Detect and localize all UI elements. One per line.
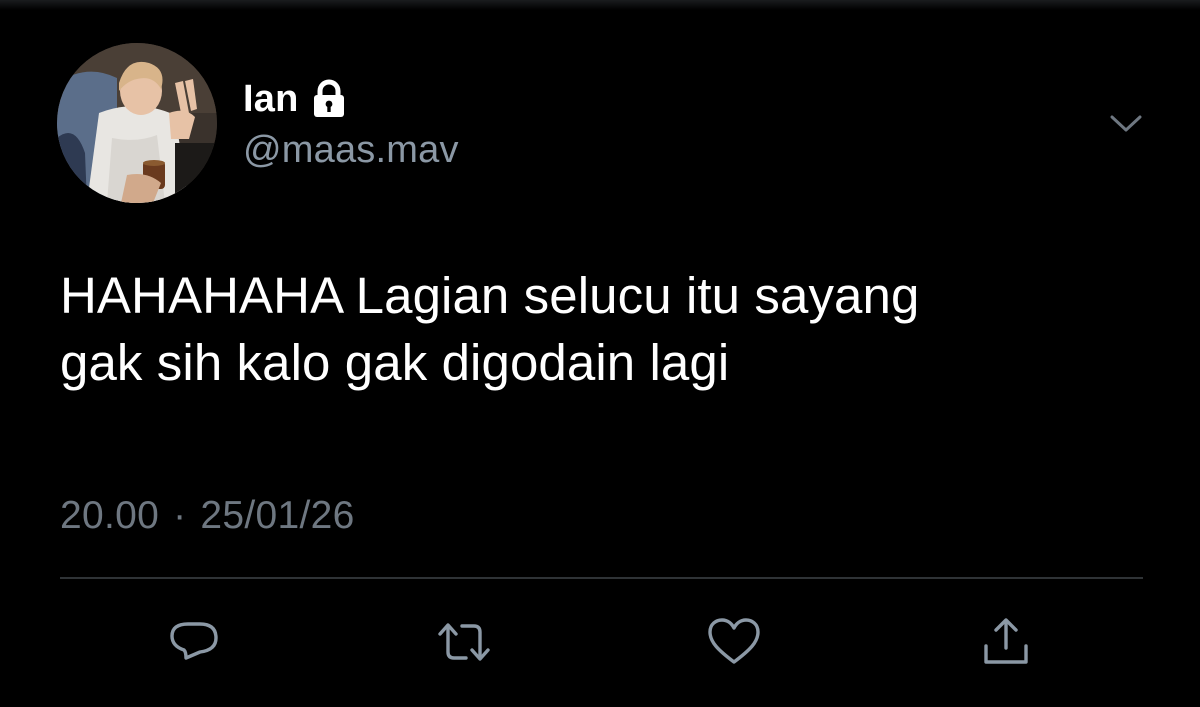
like-button[interactable] [704, 612, 764, 672]
chevron-down-icon[interactable] [1106, 108, 1146, 138]
avatar[interactable] [57, 43, 217, 203]
tweet-timestamp[interactable]: 20.00 · 25/01/26 [60, 494, 355, 538]
lock-icon [311, 79, 347, 119]
tweet-card: Ian @maas.mav HAHAHAHA Lagian selucu itu… [0, 0, 1200, 707]
username-handle[interactable]: @maas.mav [243, 129, 459, 172]
action-divider [60, 577, 1143, 579]
heart-icon [708, 618, 760, 664]
retweet-icon [438, 623, 490, 661]
meta-separator: · [173, 494, 187, 537]
display-name[interactable]: Ian [243, 78, 299, 121]
tweet-text-line-1: HAHAHAHA Lagian selucu itu sayang [60, 267, 920, 324]
avatar-photo [57, 43, 217, 203]
tweet-text: HAHAHAHA Lagian selucu itu sayang gak si… [60, 262, 1170, 396]
tweet-text-line-2: gak sih kalo gak digodain lagi [60, 334, 730, 391]
author-name-row: Ian [243, 74, 347, 124]
share-icon [984, 618, 1028, 664]
reply-icon [170, 622, 218, 660]
retweet-button[interactable] [434, 612, 494, 672]
tweet-date: 25/01/26 [200, 494, 355, 537]
share-button[interactable] [976, 612, 1036, 672]
reply-button[interactable] [164, 612, 224, 672]
tweet-time: 20.00 [60, 494, 160, 537]
